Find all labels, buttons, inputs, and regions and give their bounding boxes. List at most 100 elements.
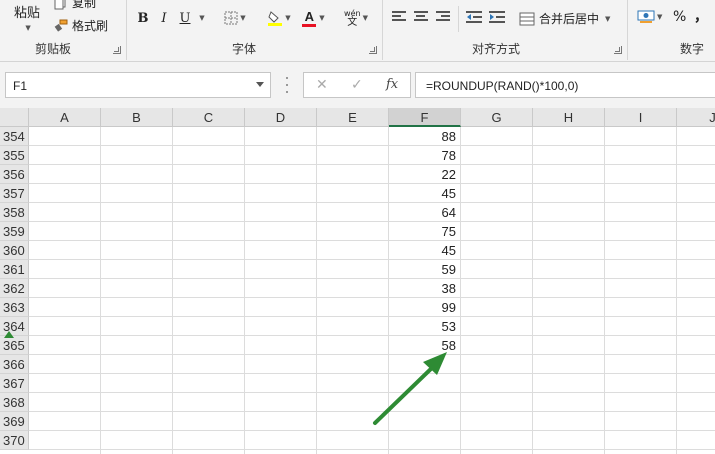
underline-dropdown-icon[interactable]: ▼ (196, 9, 206, 27)
column-header-c[interactable]: C (173, 108, 245, 127)
column-header-e[interactable]: E (317, 108, 389, 127)
column-header-b[interactable]: B (101, 108, 173, 127)
row-header[interactable]: 355 (0, 146, 29, 165)
cell-f[interactable]: 45 (389, 241, 459, 260)
cell-f[interactable]: 53 (389, 317, 459, 336)
column-header-f[interactable]: F (389, 108, 461, 127)
cell-f[interactable]: 22 (389, 165, 459, 184)
cell-f[interactable]: 88 (389, 127, 459, 146)
row-marker-icon (4, 331, 14, 338)
formula-bar: F1 ✕ ✓ fx =ROUNDUP(RAND()*100,0) (0, 62, 715, 108)
row-header[interactable]: 359 (0, 222, 29, 241)
name-box-value: F1 (13, 79, 28, 93)
alignment-launcher-icon[interactable] (614, 46, 622, 54)
clipboard-launcher-icon[interactable] (113, 46, 121, 54)
align-right-icon[interactable] (436, 11, 450, 23)
copy-label: 复制 (72, 0, 97, 10)
name-box-dropdown-icon[interactable] (256, 82, 264, 87)
cell-f[interactable]: 78 (389, 146, 459, 165)
group-separator (382, 0, 383, 60)
cancel-icon[interactable]: ✕ (316, 77, 328, 93)
select-all-corner[interactable] (0, 108, 29, 127)
row-header[interactable]: 367 (0, 374, 29, 393)
group-separator (627, 0, 628, 60)
fill-color-button[interactable]: ▼ (263, 9, 295, 27)
italic-button[interactable]: I (157, 9, 171, 27)
formula-input[interactable]: =ROUNDUP(RAND()*100,0) (415, 72, 715, 98)
copy-button[interactable]: 复制 (54, 0, 96, 11)
column-gridline (532, 127, 533, 454)
row-header[interactable]: 370 (0, 431, 29, 450)
row-header[interactable]: 358 (0, 203, 29, 222)
cell-f[interactable]: 59 (389, 260, 459, 279)
copy-icon (54, 0, 66, 9)
insert-function-icon[interactable]: fx (386, 77, 398, 92)
decrease-indent-icon[interactable] (466, 11, 482, 23)
column-header-a[interactable]: A (29, 108, 101, 127)
row-header[interactable]: 357 (0, 184, 29, 203)
phonetic-guide-button[interactable]: wén 文 ▼ (340, 9, 372, 28)
paste-dropdown-icon[interactable]: ▼ (25, 24, 30, 32)
cell-f[interactable] (389, 355, 459, 374)
increase-indent-icon[interactable] (489, 11, 505, 23)
accounting-format-button[interactable]: ▼ (637, 9, 662, 25)
cell-f[interactable] (389, 393, 459, 412)
row-header[interactable]: 365 (0, 336, 29, 355)
row-gridline (29, 202, 715, 203)
align-left-icon[interactable] (392, 11, 406, 23)
cell-f[interactable] (389, 431, 459, 450)
align-center-icon[interactable] (414, 11, 428, 23)
cell-f[interactable]: 38 (389, 279, 459, 298)
formula-bar-resize-handle[interactable] (286, 77, 289, 93)
row-gridline (29, 335, 715, 336)
row-header[interactable]: 360 (0, 241, 29, 260)
row-header[interactable]: 362 (0, 279, 29, 298)
merge-center-button[interactable]: 合并后居中 ▼ (519, 10, 610, 27)
row-header[interactable]: 356 (0, 165, 29, 184)
row-header[interactable]: 368 (0, 393, 29, 412)
cell-f[interactable]: 99 (389, 298, 459, 317)
fill-color-icon (268, 11, 283, 26)
percent-button[interactable]: % (673, 9, 686, 25)
name-box[interactable]: F1 (5, 72, 271, 98)
row-gridline (29, 297, 715, 298)
row-gridline (29, 430, 715, 431)
row-header[interactable]: 366 (0, 355, 29, 374)
row-header[interactable]: 369 (0, 412, 29, 431)
column-header-j[interactable]: J (677, 108, 715, 127)
bold-button[interactable]: B (136, 9, 150, 27)
column-header-g[interactable]: G (461, 108, 533, 127)
phonetic-guide-icon: wén 文 (344, 9, 361, 28)
cell-f[interactable]: 75 (389, 222, 459, 241)
column-header-i[interactable]: I (605, 108, 677, 127)
formula-controls: ✕ ✓ fx (303, 72, 411, 98)
enter-icon[interactable]: ✓ (351, 77, 363, 93)
cell-f[interactable]: 45 (389, 184, 459, 203)
borders-button[interactable]: ▼ (220, 9, 250, 27)
accounting-format-icon (637, 10, 655, 23)
comma-button[interactable]: ， (694, 6, 708, 26)
row-header[interactable]: 361 (0, 260, 29, 279)
paste-label: 粘贴 (14, 6, 41, 21)
cell-f[interactable] (389, 412, 459, 431)
alignment-group-label: 对齐方式 (472, 42, 521, 56)
column-header-h[interactable]: H (533, 108, 605, 127)
column-gridline (676, 127, 677, 454)
row-header[interactable]: 363 (0, 298, 29, 317)
cell-f[interactable]: 58 (389, 336, 459, 355)
underline-button[interactable]: U (178, 9, 192, 27)
column-gridline (172, 127, 173, 454)
paste-button[interactable]: 粘贴 ▼ (14, 2, 40, 32)
row-header[interactable]: 354 (0, 127, 29, 146)
merge-center-dropdown-icon[interactable]: ▼ (605, 15, 610, 23)
cell-f[interactable]: 64 (389, 203, 459, 222)
column-header-d[interactable]: D (245, 108, 317, 127)
row-gridline (29, 240, 715, 241)
font-color-button[interactable]: A ▼ (298, 9, 328, 27)
format-painter-button[interactable]: 格式刷 (54, 17, 108, 34)
clipboard-group-label: 剪贴板 (35, 42, 72, 56)
font-group-label: 字体 (232, 42, 257, 56)
font-launcher-icon[interactable] (369, 46, 377, 54)
cell-f[interactable] (389, 374, 459, 393)
row-gridline (29, 449, 715, 450)
